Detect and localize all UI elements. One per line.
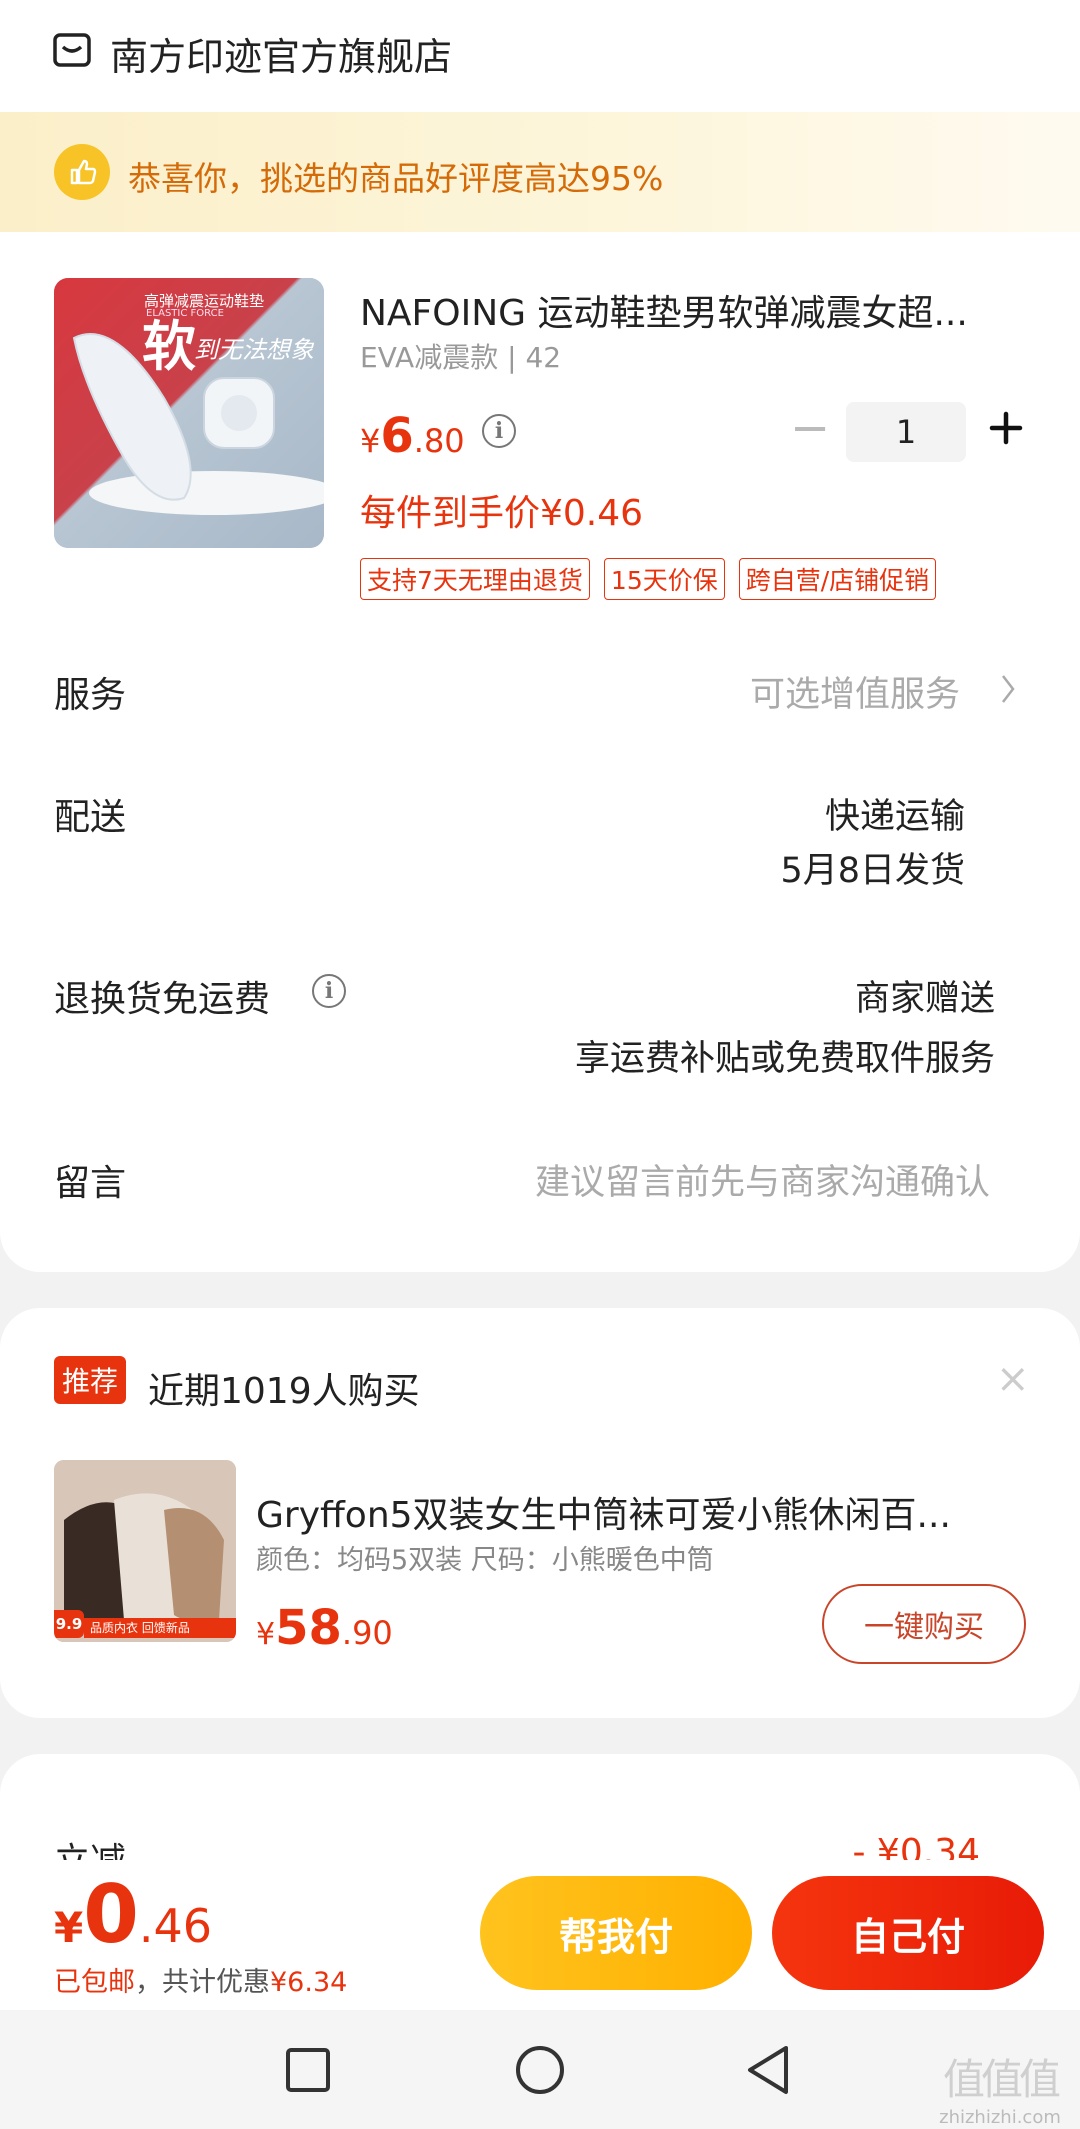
return-info-icon[interactable]: i [312,974,346,1008]
one-click-buy-button[interactable]: 一键购买 [822,1584,1026,1664]
delivery-date[interactable]: 5月8日发货 [780,842,965,893]
store-icon[interactable] [52,30,92,70]
watermark: 值值值 zhizhizhi.com [930,2046,1070,2128]
recommend-price-symbol: ¥ [256,1617,276,1652]
recommend-item-image[interactable]: 9.9 品质内衣 回馈新品 [54,1460,236,1642]
per-item-price: 每件到手价¥0.46 [360,493,644,534]
recent-apps-icon[interactable] [284,2046,332,2094]
price-info-icon[interactable]: i [482,414,516,448]
system-nav-bar [0,2010,1080,2129]
help-pay-button[interactable]: 帮我付 [480,1876,752,1990]
close-icon[interactable]: × [996,1356,1030,1402]
service-value[interactable]: 可选增值服务 [750,666,960,717]
recommend-item-name[interactable]: Gryffon5双装女生中筒袜可爱小熊休闲百... [256,1486,996,1538]
recommend-title: 近期1019人购买 [148,1371,420,1412]
recommend-image-caption: 品质内衣 回馈新品 [84,1618,236,1638]
product-image-slogan: 到无法想象 [194,336,314,364]
total-price: ¥0.46 [54,1868,212,1961]
free-shipping-text: 已包邮 [54,1967,135,1998]
recommend-price-decimal: .90 [341,1614,393,1652]
thumbs-up-icon [54,144,110,200]
product-image-big-text: 软 [142,315,196,378]
savings-amount: ¥6.34 [270,1967,348,1998]
delivery-label: 配送 [54,797,127,838]
watermark-text: zhizhizhi.com [939,2107,1061,2128]
back-icon[interactable] [744,2044,792,2096]
tag-price-protect: 15天价保 [603,558,725,600]
savings-text: ，共计优惠 [135,1967,270,1998]
recommend-item-spec: 颜色：均码5双装 尺码：小熊暖色中筒 [256,1545,714,1576]
banner-text: 恭喜你，挑选的商品好评度高达95% [128,159,664,198]
total-symbol: ¥ [54,1903,84,1952]
price-integer: 6 [380,408,414,464]
product-image[interactable]: 高弹减震运动鞋垫 ELASTIC FORCE 软 到无法想象 [54,278,324,548]
service-tags: 支持7天无理由退货 15天价保 跨自营/店铺促销 [360,558,937,600]
delivery-method[interactable]: 快递运输 [825,788,965,839]
tag-promotion: 跨自营/店铺促销 [738,558,937,600]
price-symbol: ¥ [360,422,381,460]
tag-return: 支持7天无理由退货 [360,558,590,600]
total-subtext: 已包邮，共计优惠¥6.34 [54,1960,347,1999]
product-title[interactable]: NAFOING 运动鞋垫男软弹减震女超... [360,284,1020,336]
return-label: 退换货免运费 [54,979,271,1020]
quantity-increase-button[interactable] [986,408,1026,448]
message-input[interactable]: 建议留言前先与商家沟通确认 [535,1154,990,1205]
return-detail: 享运费补贴或免费取件服务 [574,1039,995,1079]
product-spec[interactable]: EVA减震款 | 42 [360,336,561,376]
recommend-tag: 推荐 [54,1356,127,1404]
quantity-decrease-button[interactable]: − [790,404,830,452]
product-price: ¥6.80 [360,408,465,464]
recommend-item-price: ¥58.90 [256,1600,393,1656]
service-label: 服务 [54,675,127,716]
store-header: 南方印迹官方旗舰店 [0,0,1080,112]
quantity-value[interactable]: 1 [846,402,966,462]
return-provider: 商家赠送 [854,979,995,1019]
home-icon[interactable] [514,2044,566,2096]
total-integer: 0 [83,1868,139,1961]
message-label: 留言 [54,1163,127,1204]
price-decimal: .80 [413,422,465,460]
chevron-right-icon[interactable] [1000,672,1016,706]
recommend-price-integer: 58 [275,1600,342,1656]
watermark-logo: 值值值 [942,2055,1061,2104]
recommend-image-badge: 9.9 [54,1610,84,1638]
total-decimal: .46 [138,1899,213,1953]
self-pay-button[interactable]: 自己付 [772,1876,1044,1990]
store-name[interactable]: 南方印迹官方旗舰店 [110,26,452,81]
